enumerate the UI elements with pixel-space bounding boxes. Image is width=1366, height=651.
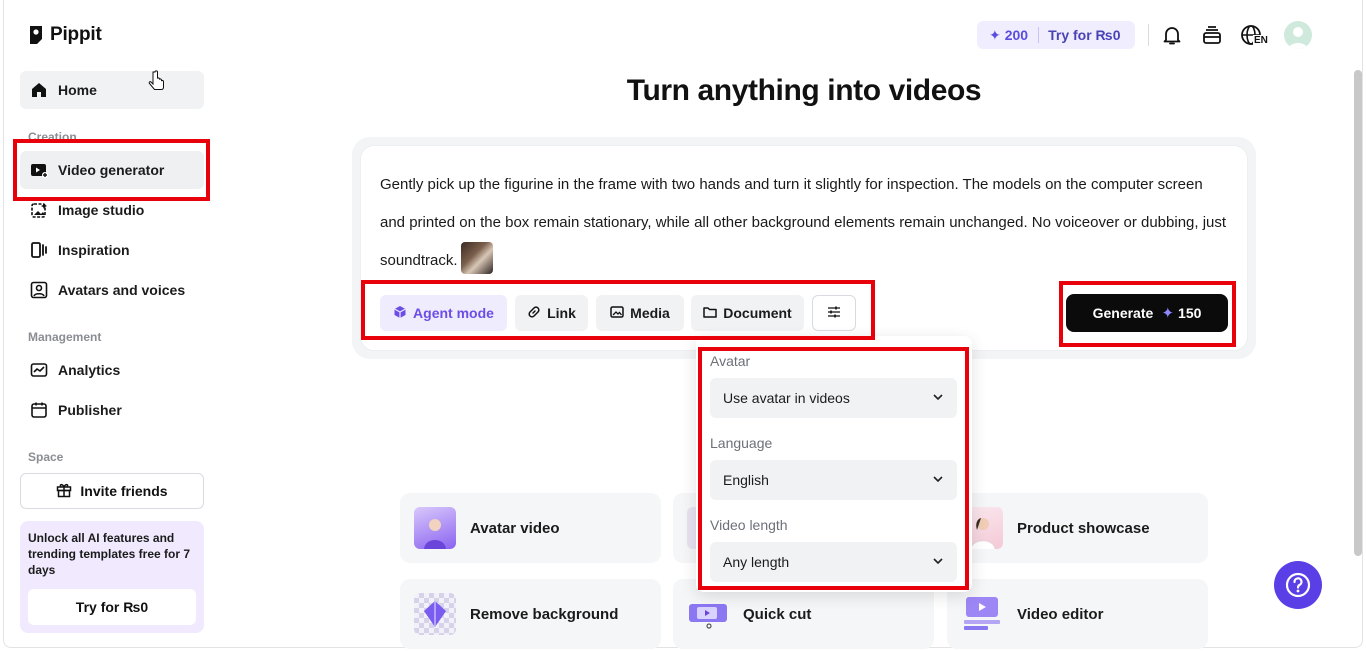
pippit-logo[interactable]: Pippit: [28, 24, 102, 46]
sidebar-item-label: Analytics: [58, 362, 121, 378]
inbox-icon[interactable]: [1199, 22, 1225, 48]
language-select-value: English: [723, 472, 769, 488]
image-icon: [610, 305, 624, 322]
video-editor-icon: [961, 593, 1003, 635]
agent-mode-label: Agent mode: [413, 305, 494, 321]
sidebar-item-avatars-voices[interactable]: Avatars and voices: [20, 271, 204, 309]
media-label: Media: [630, 305, 670, 321]
media-button[interactable]: Media: [596, 295, 684, 331]
card-label: Avatar video: [470, 519, 560, 537]
sidebar-item-publisher[interactable]: Publisher: [20, 391, 204, 429]
video-length-select[interactable]: Any length: [710, 542, 957, 582]
card-remove-background[interactable]: Remove background: [400, 579, 661, 649]
language-badge: EN: [1253, 35, 1269, 46]
sidebar-item-inspiration[interactable]: Inspiration: [20, 231, 204, 269]
sidebar-item-video-generator[interactable]: Video generator: [20, 151, 204, 189]
agent-mode-button[interactable]: Agent mode: [380, 295, 507, 331]
card-label: Quick cut: [743, 605, 812, 623]
link-button[interactable]: Link: [515, 295, 588, 331]
avatar-icon: [30, 281, 48, 299]
user-avatar-icon: [1288, 27, 1308, 49]
avatar-video-icon: [414, 507, 456, 549]
chevron-down-icon: [932, 390, 944, 406]
document-label: Document: [723, 305, 792, 321]
credits-badge[interactable]: ✦ 200 Try for ₨0: [977, 21, 1135, 49]
page-scrollbar[interactable]: [1354, 70, 1362, 556]
help-button[interactable]: [1274, 561, 1322, 609]
video-length-setting-label: Video length: [710, 517, 788, 533]
card-product-showcase[interactable]: Product showcase: [947, 493, 1208, 563]
sidebar-item-label: Publisher: [58, 402, 122, 418]
credits-count: ✦ 200: [977, 26, 1040, 43]
header-divider: [1148, 24, 1149, 46]
quick-cut-icon: [687, 593, 729, 635]
promo-try-button[interactable]: Try for ₨0: [28, 589, 196, 625]
chart-icon: [30, 361, 48, 379]
gift-icon: [56, 482, 72, 501]
remove-background-icon: [414, 593, 456, 635]
sparkle-icon: ✦: [1157, 305, 1175, 322]
generate-button[interactable]: Generate ✦ 150: [1066, 294, 1228, 332]
sidebar-item-label: Inspiration: [58, 242, 130, 258]
card-avatar-video[interactable]: Avatar video: [400, 493, 661, 563]
chevron-down-icon: [932, 472, 944, 488]
avatar-select-value: Use avatar in videos: [723, 390, 850, 406]
calendar-icon: [30, 401, 48, 419]
sidebar-item-label: Avatars and voices: [58, 282, 186, 298]
attached-image-thumbnail[interactable]: [460, 242, 493, 275]
logo-text: Pippit: [50, 24, 102, 45]
document-button[interactable]: Document: [691, 295, 804, 331]
sliders-icon: [826, 304, 842, 323]
language-setting-label: Language: [710, 435, 773, 451]
section-label-creation: Creation: [28, 130, 77, 144]
mouse-cursor-icon: [148, 70, 166, 99]
avatar-setting-label: Avatar: [710, 353, 751, 369]
link-label: Link: [547, 305, 576, 321]
question-icon: [1285, 572, 1311, 598]
home-icon: [30, 81, 48, 99]
language-select[interactable]: English: [710, 460, 957, 500]
section-label-management: Management: [28, 330, 102, 344]
image-sparkle-icon: [30, 201, 48, 219]
video-plus-icon: [30, 161, 48, 179]
user-avatar[interactable]: [1284, 21, 1312, 49]
prompt-text: Gently pick up the figurine in the frame…: [380, 176, 1227, 269]
sparkle-icon: ✦: [989, 26, 1001, 43]
chevron-down-icon: [932, 554, 944, 570]
generate-label: Generate: [1092, 305, 1154, 321]
settings-toggle-button[interactable]: [812, 295, 856, 331]
logo-icon: [30, 26, 42, 44]
sidebar-item-home[interactable]: Home: [20, 71, 204, 109]
credits-value: 200: [1004, 27, 1029, 43]
invite-friends-button[interactable]: Invite friends: [20, 473, 204, 509]
try-free-link[interactable]: Try for ₨0: [1039, 27, 1120, 43]
invite-friends-label: Invite friends: [80, 483, 168, 499]
language-globe-icon[interactable]: EN: [1240, 22, 1272, 48]
cube-icon: [393, 305, 407, 322]
prompt-textbox[interactable]: Gently pick up the figurine in the frame…: [380, 166, 1230, 280]
video-length-select-value: Any length: [723, 554, 790, 570]
page-title: Turn anything into videos: [626, 74, 982, 107]
card-video-editor[interactable]: Video editor: [947, 579, 1208, 649]
generate-cost: 150: [1178, 305, 1202, 321]
promo-text: Unlock all AI features and trending temp…: [28, 531, 191, 577]
sidebar-item-image-studio[interactable]: Image studio: [20, 191, 204, 229]
section-label-space: Space: [28, 450, 64, 464]
inspiration-icon: [30, 241, 48, 259]
card-label: Video editor: [1017, 605, 1104, 623]
sidebar-item-label: Video generator: [58, 162, 165, 178]
card-label: Product showcase: [1017, 519, 1150, 537]
card-label: Remove background: [470, 605, 619, 623]
sidebar-item-label: Image studio: [58, 202, 145, 218]
sidebar-item-analytics[interactable]: Analytics: [20, 351, 204, 389]
avatar-select[interactable]: Use avatar in videos: [710, 378, 957, 418]
bell-icon[interactable]: [1159, 22, 1185, 48]
folder-icon: [703, 305, 718, 322]
sidebar-item-label: Home: [58, 82, 97, 98]
promo-card: Unlock all AI features and trending temp…: [20, 521, 204, 633]
link-icon: [527, 305, 541, 322]
